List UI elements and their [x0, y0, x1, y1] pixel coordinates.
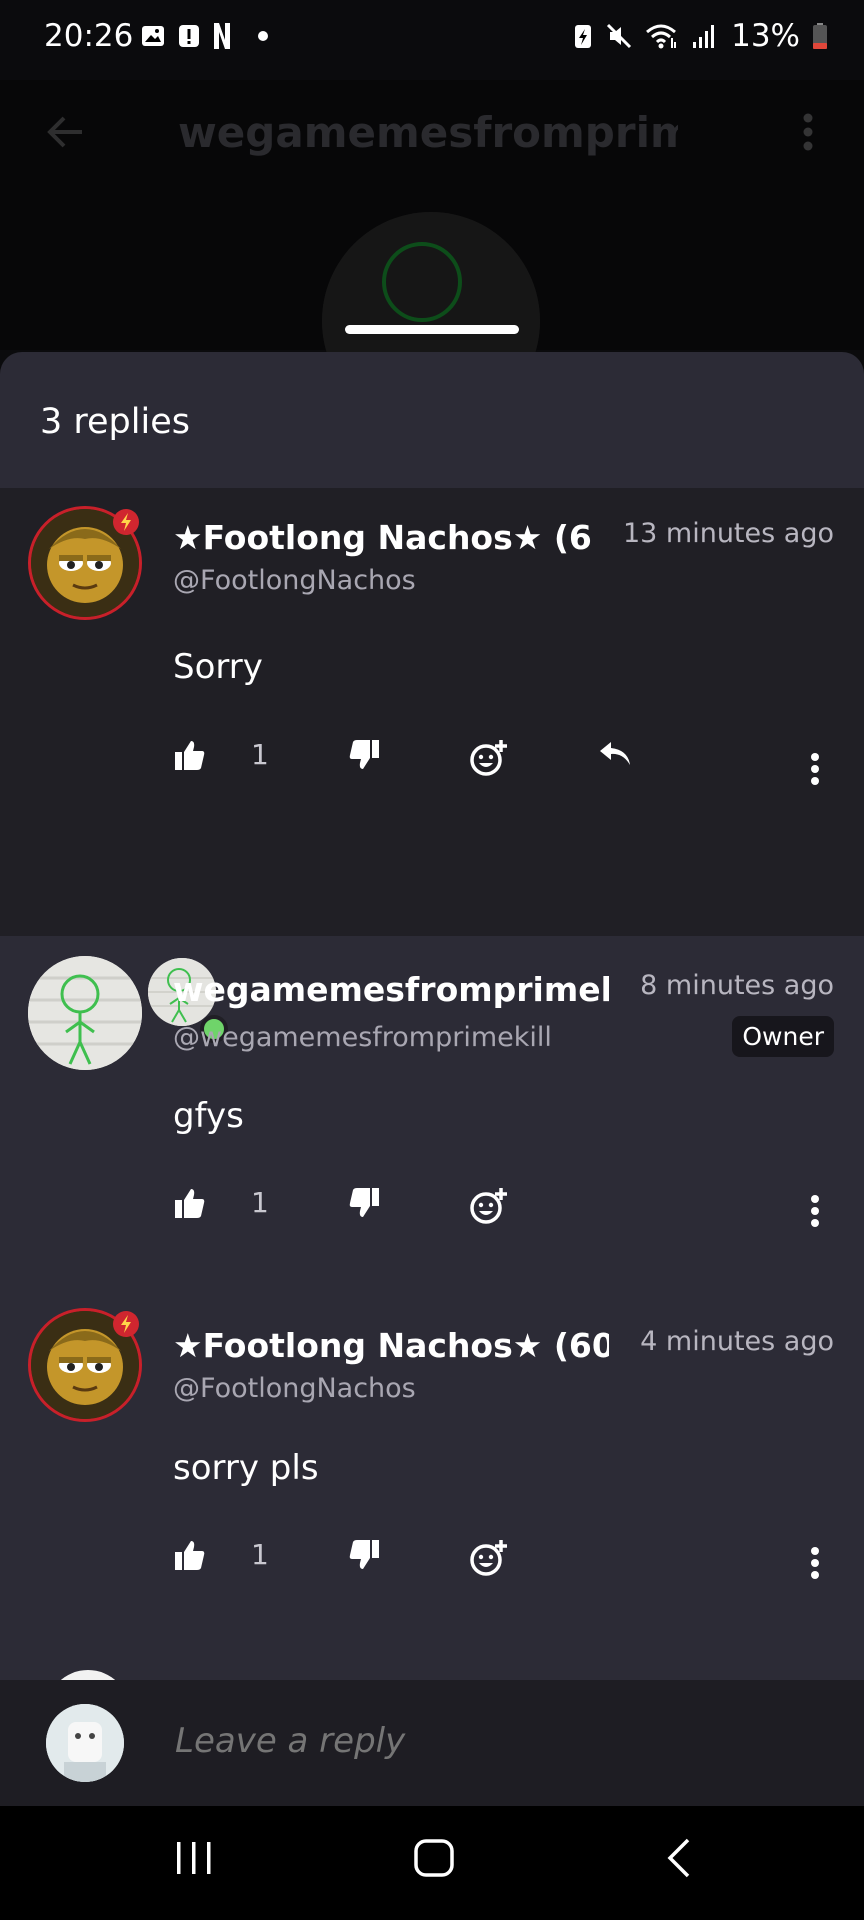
add-reaction-button[interactable]: [469, 1186, 509, 1226]
reply-input[interactable]: [173, 1720, 797, 1762]
reply-text: gfys: [173, 1096, 244, 1136]
system-icons: 13%: [573, 18, 828, 54]
user-avatar[interactable]: [28, 956, 142, 1070]
battery-percent: 13%: [731, 18, 800, 54]
reply-timestamp: 4 minutes ago: [640, 1326, 834, 1357]
status-time: 20:26: [44, 18, 134, 54]
add-reaction-button[interactable]: [469, 1538, 509, 1578]
home-icon[interactable]: [414, 1836, 454, 1884]
owner-badge: Owner: [732, 1016, 834, 1057]
notification-icons: [140, 22, 268, 50]
reply-actions: 1: [173, 738, 833, 788]
more-options-icon[interactable]: [810, 752, 820, 790]
reply-actions: 1: [173, 1538, 833, 1588]
replies-sheet: 3 replies ★Footlong Nachos★ (60 13 minut…: [0, 352, 864, 1806]
reply-author-handle[interactable]: @wegamemesfromprimekill: [173, 1022, 552, 1053]
replies-count-title: 3 replies: [40, 402, 190, 442]
like-button[interactable]: [173, 1186, 207, 1220]
reply-timestamp: 8 minutes ago: [640, 970, 834, 1001]
reply-item: wegamemesfromprimekill 8 minutes ago @we…: [0, 936, 864, 1296]
netflix-icon: [212, 22, 232, 50]
battery-saver-icon: [573, 22, 593, 50]
like-button[interactable]: [173, 738, 207, 772]
more-vertical-icon: [802, 110, 814, 158]
more-options-icon[interactable]: [810, 1194, 820, 1232]
sheet-drag-handle[interactable]: [345, 325, 519, 334]
reply-text: Sorry: [173, 647, 263, 687]
mute-icon: [605, 22, 633, 50]
more-options-icon[interactable]: [810, 1546, 820, 1584]
like-count: 1: [251, 1538, 269, 1571]
reply-author-handle[interactable]: @FootlongNachos: [173, 1373, 416, 1404]
reply-item: ★Footlong Nachos★ (600 4 minutes ago @Fo…: [0, 1296, 864, 1656]
reply-button[interactable]: [597, 738, 633, 770]
reply-text: sorry pls: [173, 1448, 319, 1488]
reply-actions: 1: [173, 1186, 833, 1236]
dislike-button[interactable]: [347, 738, 381, 772]
back-icon[interactable]: [660, 1836, 700, 1884]
recent-apps-icon[interactable]: [174, 1836, 214, 1884]
reply-timestamp: 13 minutes ago: [622, 518, 834, 549]
reply-author-name[interactable]: ★Footlong Nachos★ (60: [173, 518, 593, 557]
reply-item: ★Footlong Nachos★ (60 13 minutes ago @Fo…: [0, 488, 864, 1043]
flash-badge-icon: [113, 509, 139, 535]
like-count: 1: [251, 1186, 269, 1219]
battery-icon: [812, 22, 828, 50]
reply-composer: [0, 1680, 864, 1806]
back-arrow-icon: [44, 110, 88, 158]
reply-author-name[interactable]: wegamemesfromprimekill: [173, 970, 609, 1009]
wifi-icon: [645, 22, 679, 50]
like-count: 1: [251, 738, 269, 771]
status-bar: 20:26 13%: [0, 0, 864, 80]
alert-icon: [178, 23, 200, 49]
system-navigation-bar: [0, 1806, 864, 1920]
my-avatar[interactable]: [46, 1704, 124, 1782]
dislike-button[interactable]: [347, 1186, 381, 1220]
dot-icon: [258, 31, 268, 41]
flash-badge-icon: [113, 1311, 139, 1337]
add-reaction-button[interactable]: [469, 738, 509, 778]
reply-author-handle[interactable]: @FootlongNachos: [173, 565, 416, 596]
image-icon: [140, 23, 166, 49]
sheet-header: 3 replies: [0, 352, 864, 488]
like-button[interactable]: [173, 1538, 207, 1572]
reply-author-name[interactable]: ★Footlong Nachos★ (600: [173, 1326, 609, 1365]
signal-icon: [691, 22, 719, 50]
background-page-title: wegamemesfromprimekill: [178, 108, 678, 157]
dislike-button[interactable]: [347, 1538, 381, 1572]
